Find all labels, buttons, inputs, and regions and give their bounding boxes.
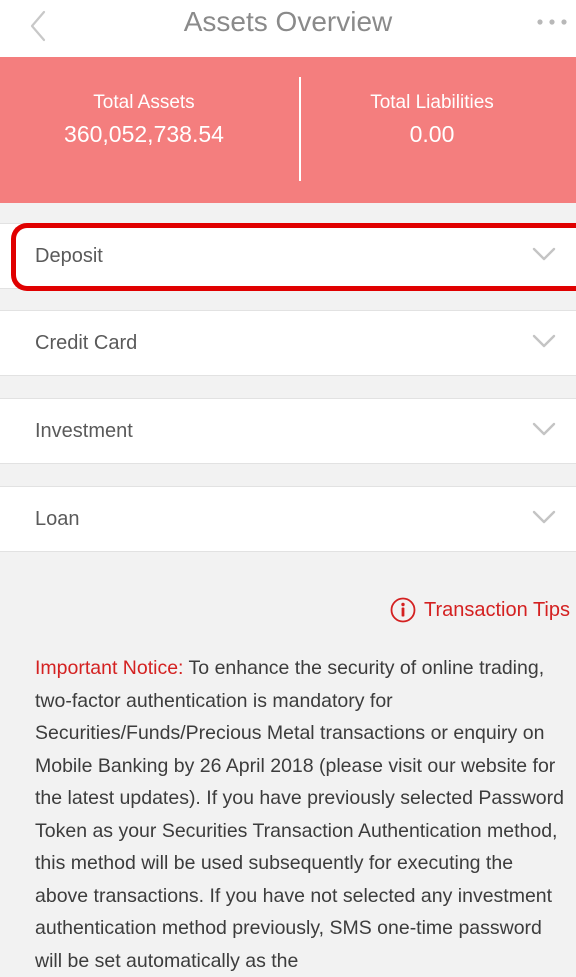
total-assets-value: 360,052,738.54 [64, 121, 224, 147]
nav-bar: Assets Overview [0, 0, 576, 57]
assets-summary-banner: Total Assets 360,052,738.54 Total Liabil… [0, 57, 576, 203]
category-label: Investment [35, 420, 133, 442]
total-liabilities-block: Total Liabilities 0.00 [288, 91, 576, 149]
total-assets-label: Total Assets [93, 92, 195, 113]
notice-text: To enhance the security of online tradin… [35, 657, 564, 972]
transaction-tips-label: Transaction Tips [424, 599, 570, 621]
page-title: Assets Overview [183, 6, 393, 37]
category-row-investment[interactable]: Investment [0, 398, 576, 464]
total-liabilities-label: Total Liabilities [370, 92, 494, 113]
notice-label: Important Notice: [35, 657, 184, 679]
more-options-icon[interactable] [534, 12, 570, 32]
category-row-loan[interactable]: Loan [0, 486, 576, 552]
chevron-down-icon [532, 334, 556, 348]
chevron-down-icon [532, 510, 556, 524]
category-row-deposit[interactable]: Deposit [0, 223, 576, 289]
important-notice: Important Notice: To enhance the securit… [35, 652, 570, 977]
info-icon [390, 597, 416, 623]
category-label: Loan [35, 508, 80, 530]
total-liabilities-value: 0.00 [409, 121, 455, 147]
category-row-credit-card[interactable]: Credit Card [0, 310, 576, 376]
category-label: Credit Card [35, 332, 138, 354]
transaction-tips-link[interactable]: Transaction Tips [390, 594, 570, 626]
chevron-down-icon [532, 422, 556, 436]
total-assets-block: Total Assets 360,052,738.54 [0, 91, 288, 149]
chevron-down-icon [532, 247, 556, 261]
category-label: Deposit [35, 245, 103, 267]
